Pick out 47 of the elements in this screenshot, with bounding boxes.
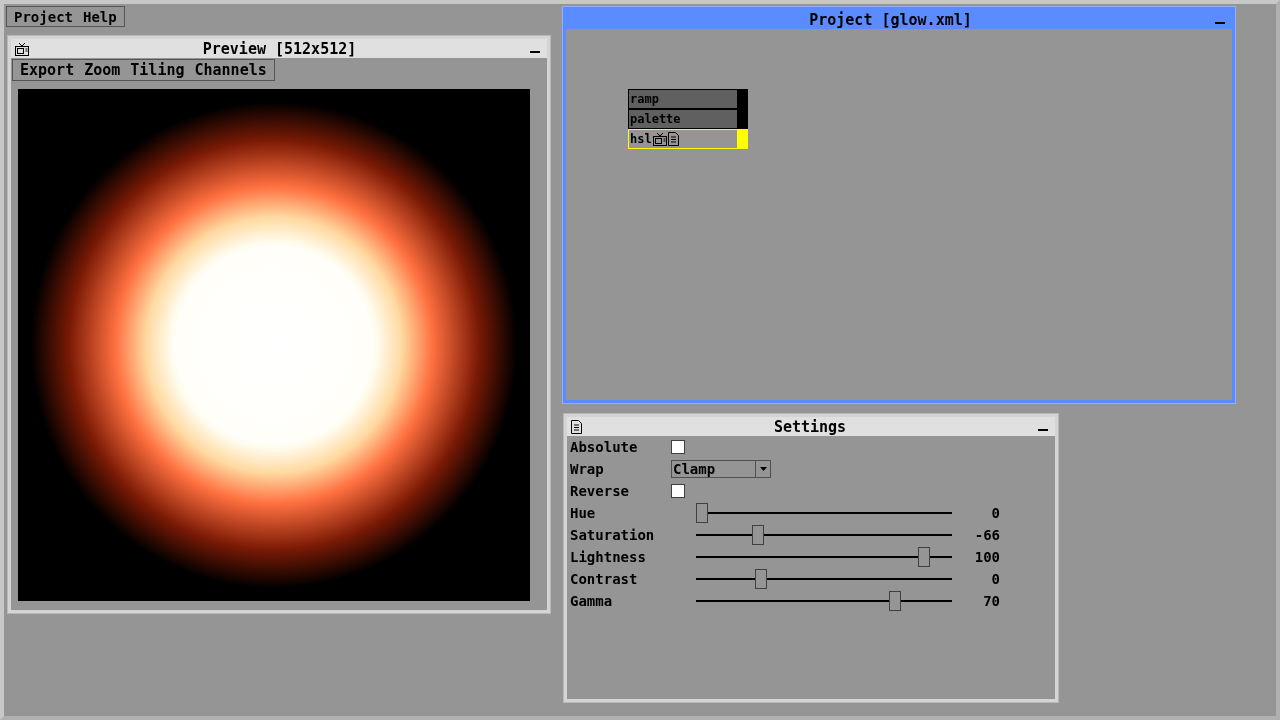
slider-value: 0 (990, 571, 1000, 587)
slider[interactable] (696, 568, 952, 590)
menu-item[interactable]: Export (15, 61, 80, 79)
setting-label: Gamma (570, 593, 614, 609)
slider-thumb[interactable] (696, 503, 708, 523)
slider-thumb[interactable] (888, 591, 901, 611)
slider-value: -66 (973, 527, 1000, 543)
menu-item[interactable]: Zoom (79, 61, 126, 79)
menu-item[interactable]: Help (78, 8, 122, 25)
window-title: Project [glow.xml] (808, 10, 973, 29)
menu-item[interactable]: Tiling (125, 61, 190, 79)
window-title: Settings (772, 417, 848, 436)
node-output-strip (738, 129, 748, 149)
node-label: hsl (630, 132, 652, 146)
slider[interactable] (696, 524, 952, 546)
slider-thumb[interactable] (754, 569, 767, 589)
caret-icon (759, 467, 767, 471)
menu-item[interactable]: Channels (189, 61, 272, 79)
slider-thumb[interactable] (752, 525, 765, 545)
node-output-strip (738, 89, 748, 109)
slider[interactable] (696, 546, 952, 568)
checkbox[interactable] (671, 440, 685, 454)
tv-icon (15, 41, 29, 56)
node-output-strip (738, 109, 748, 129)
node-label: ramp (630, 92, 659, 106)
document-icon (667, 132, 679, 146)
setting-label: Wrap (570, 461, 605, 477)
slider-value: 70 (982, 593, 1000, 609)
slider[interactable] (696, 502, 952, 524)
document-icon (571, 419, 582, 434)
slider-thumb[interactable] (918, 547, 931, 567)
setting-label: Hue (570, 505, 597, 521)
setting-label: Absolute (570, 439, 639, 455)
window-title: Preview [512x512] (201, 39, 358, 58)
node[interactable]: hsl (628, 129, 738, 149)
slider-value: 100 (973, 549, 1000, 565)
dropdown[interactable]: Clamp (671, 460, 771, 478)
menu-item[interactable]: Project (9, 8, 78, 25)
setting-label: Lightness (570, 549, 647, 565)
slider-value: 0 (990, 505, 1000, 521)
setting-label: Contrast (570, 571, 639, 587)
slider[interactable] (696, 590, 952, 612)
checkbox[interactable] (671, 484, 685, 498)
setting-label: Reverse (570, 483, 630, 499)
node-label: palette (630, 112, 681, 126)
setting-label: Saturation (570, 527, 656, 543)
tv-icon (652, 132, 667, 146)
